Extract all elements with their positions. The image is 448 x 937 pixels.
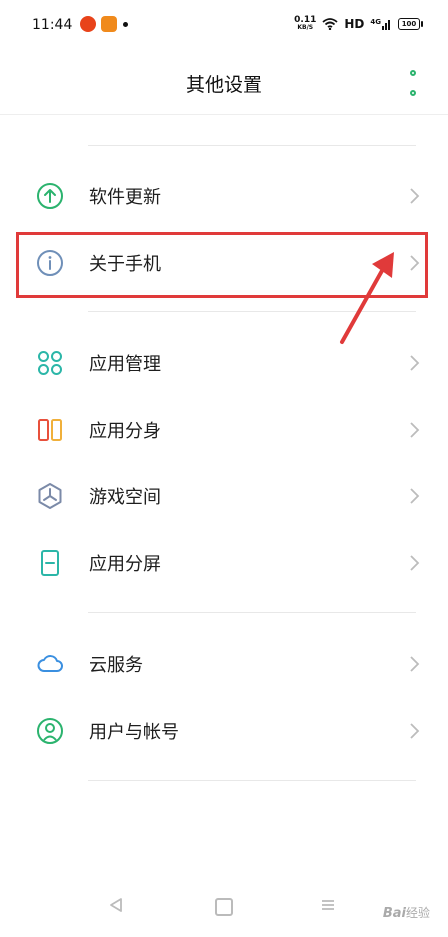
app-clone-icon xyxy=(38,419,62,441)
settings-item-user-account[interactable]: 用户与帐号 xyxy=(0,698,448,764)
chevron-right-icon xyxy=(410,188,420,204)
status-time: 11:44 xyxy=(32,17,73,33)
back-icon[interactable] xyxy=(108,897,124,913)
settings-item-label: 云服务 xyxy=(89,655,143,676)
watermark: Bai经验 xyxy=(383,904,430,921)
watermark-suffix: 经验 xyxy=(405,906,430,920)
chevron-right-icon xyxy=(410,656,420,672)
chevron-right-icon xyxy=(410,355,420,371)
settings-item-split-screen[interactable]: 应用分屏 xyxy=(0,530,448,596)
settings-item-software-update[interactable]: 软件更新 xyxy=(0,163,448,229)
home-icon[interactable] xyxy=(215,898,233,916)
status-bar: 11:44 0.11 KB/S HD 4G 100 xyxy=(0,0,448,52)
network-speed: 0.11 KB/S xyxy=(294,15,317,32)
user-account-icon xyxy=(37,718,63,744)
split-screen-icon xyxy=(41,550,59,576)
battery-icon: 100 xyxy=(398,18,423,30)
hd-indicator: HD xyxy=(344,17,365,31)
watermark-brand: Bai xyxy=(382,906,406,921)
settings-item-label: 用户与帐号 xyxy=(89,722,179,743)
app-grid-icon xyxy=(38,351,62,375)
notification-app-icon xyxy=(101,16,117,32)
page-title: 其他设置 xyxy=(185,74,262,96)
chevron-right-icon xyxy=(410,555,420,571)
recent-apps-icon[interactable] xyxy=(320,897,336,913)
settings-item-game-space[interactable]: 游戏空间 xyxy=(0,463,448,529)
status-indicators: 0.11 KB/S HD 4G 100 xyxy=(294,15,423,32)
header: 其他设置 xyxy=(0,52,448,112)
navigation-bar: Bai经验 xyxy=(0,879,448,937)
signal-indicator: 4G xyxy=(370,18,392,30)
notification-icons xyxy=(80,16,128,32)
chevron-right-icon xyxy=(410,723,420,739)
signal-icon xyxy=(382,20,390,30)
settings-item-app-clone[interactable]: 应用分身 xyxy=(0,397,448,463)
more-vertical-icon[interactable] xyxy=(406,70,420,96)
chevron-right-icon xyxy=(410,488,420,504)
group-divider xyxy=(88,145,416,146)
annotation-arrow-icon xyxy=(340,252,394,344)
settings-item-label: 游戏空间 xyxy=(89,487,161,508)
settings-item-cloud-service[interactable]: 云服务 xyxy=(0,631,448,697)
group-divider xyxy=(88,612,416,613)
settings-item-label: 应用分屏 xyxy=(89,554,161,575)
more-notifications-dot xyxy=(123,21,128,27)
chevron-right-icon xyxy=(410,422,420,438)
cloud-icon xyxy=(37,655,63,672)
settings-item-label: 应用分身 xyxy=(89,421,161,442)
settings-item-label: 软件更新 xyxy=(89,187,161,208)
group-divider xyxy=(88,780,416,781)
update-arrow-icon xyxy=(37,183,63,209)
wifi-icon xyxy=(322,18,338,30)
settings-item-label: 应用管理 xyxy=(89,354,161,375)
game-space-icon xyxy=(38,483,62,509)
header-divider xyxy=(0,114,448,115)
taobao-app-icon xyxy=(80,16,96,32)
